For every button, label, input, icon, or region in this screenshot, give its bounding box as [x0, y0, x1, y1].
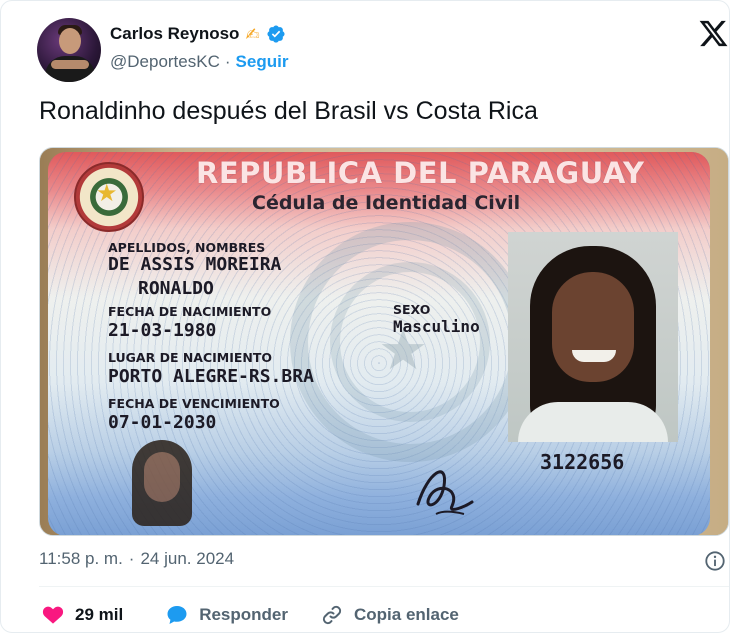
- birth-place-value: PORTO ALEGRE-RS.BRA: [108, 366, 314, 387]
- tweet-photo[interactable]: ★ ★ REPUBLICA DEL PARAGUAY Cédula de Ide…: [39, 147, 729, 536]
- handle-separator: ·: [224, 52, 231, 71]
- reply-label: Responder: [199, 605, 288, 624]
- names-label: APELLIDOS, NOMBRES: [108, 240, 266, 255]
- like-button[interactable]: 29 mil: [41, 603, 123, 627]
- birth-place-label: LUGAR DE NACIMIENTO: [108, 350, 273, 365]
- divider: [39, 586, 729, 587]
- signature-mark: [416, 470, 474, 515]
- birth-date-label: FECHA DE NACIMIENTO: [108, 304, 272, 319]
- x-logo-icon[interactable]: [698, 18, 729, 49]
- writing-hand-emoji: ✍: [245, 24, 260, 44]
- verified-badge-icon: [267, 25, 285, 43]
- tweet-date: 24 jun. 2024: [140, 549, 235, 568]
- reply-button[interactable]: Responder: [165, 603, 288, 627]
- info-icon[interactable]: [704, 550, 726, 572]
- tweet-text: Ronaldinho después del Brasil vs Costa R…: [39, 97, 538, 125]
- document-number: 3122656: [540, 450, 625, 474]
- tweet-header: Carlos Reynoso ✍ @DeportesKC · Seguir: [37, 18, 729, 84]
- speech-bubble-icon: [167, 606, 187, 624]
- sex-label: SEXO: [393, 302, 431, 317]
- emblem-star-icon: ★: [96, 180, 118, 207]
- surname-value: DE ASSIS MOREIRA: [108, 254, 282, 275]
- timestamp-separator: ·: [128, 549, 135, 568]
- sex-value: Masculino: [393, 317, 480, 336]
- id-card: ★ ★ REPUBLICA DEL PARAGUAY Cédula de Ide…: [48, 152, 710, 535]
- copy-link-label: Copia enlace: [354, 605, 459, 624]
- author-display-name[interactable]: Carlos Reynoso: [110, 24, 239, 44]
- card-subtitle: Cédula de Identidad Civil: [252, 192, 521, 214]
- birth-date-value: 21-03-1980: [108, 320, 217, 341]
- holder-photo: [508, 232, 678, 442]
- follow-button[interactable]: Seguir: [236, 52, 289, 72]
- tweet-card: Carlos Reynoso ✍ @DeportesKC · Seguir Ro…: [0, 0, 730, 633]
- avatar[interactable]: [37, 18, 101, 82]
- ghost-photo: [126, 436, 198, 526]
- like-count: 29 mil: [75, 605, 124, 624]
- card-title: REPUBLICA DEL PARAGUAY: [196, 156, 645, 190]
- given-name-value: RONALDO: [138, 278, 214, 299]
- tweet-time: 11:58 p. m.: [39, 549, 123, 568]
- author-handle[interactable]: @DeportesKC: [110, 52, 220, 72]
- heart-icon: [42, 606, 64, 624]
- timestamp-row[interactable]: 11:58 p. m. · 24 jun. 2024: [39, 549, 234, 569]
- author-handle-row: @DeportesKC · Seguir: [110, 52, 288, 72]
- copy-link-button[interactable]: Copia enlace: [320, 603, 459, 627]
- action-bar: 29 mil Responder Copia enlace: [41, 602, 459, 628]
- link-icon: [322, 605, 342, 625]
- author-name-row: Carlos Reynoso ✍: [110, 24, 286, 44]
- expiry-label: FECHA DE VENCIMIENTO: [108, 396, 280, 411]
- expiry-value: 07-01-2030: [108, 412, 217, 433]
